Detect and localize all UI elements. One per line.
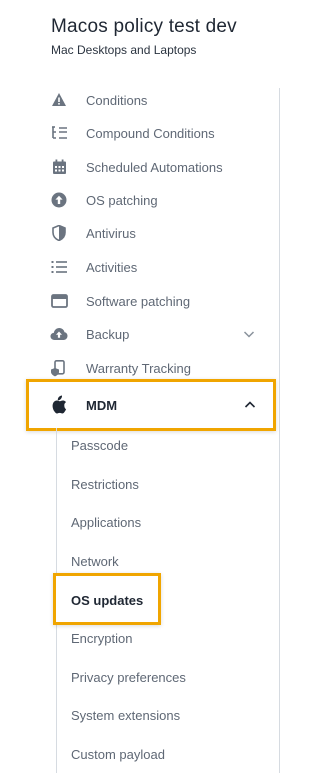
nav-item-label: Compound Conditions xyxy=(86,125,215,141)
mdm-subitem-system-extensions[interactable]: System extensions xyxy=(71,708,180,723)
window-icon xyxy=(48,290,70,312)
shield-icon xyxy=(48,222,70,244)
warning-icon xyxy=(48,89,70,111)
mdm-subitem-restrictions[interactable]: Restrictions xyxy=(71,477,139,492)
device-shield-icon xyxy=(48,357,70,379)
nav-item-compound-conditions[interactable]: Compound Conditions xyxy=(48,119,268,147)
nav-item-label: OS patching xyxy=(86,192,158,208)
nav-item-label: Software patching xyxy=(86,293,191,309)
mdm-subitem-custom-payload[interactable]: Custom payload xyxy=(71,747,165,762)
cloud-upload-icon xyxy=(48,323,70,345)
nav-item-label: Conditions xyxy=(86,92,148,108)
apple-icon xyxy=(51,395,73,417)
nav-item-antivirus[interactable]: Antivirus xyxy=(48,219,268,247)
nav-item-conditions[interactable]: Conditions xyxy=(48,86,268,114)
mdm-subitem-applications[interactable]: Applications xyxy=(71,515,141,530)
compound-list-icon xyxy=(48,122,70,144)
chevron-down-icon[interactable] xyxy=(242,327,256,341)
policy-title: Macos policy test dev xyxy=(51,16,237,37)
nav-item-os-patching[interactable]: OS patching xyxy=(48,186,268,214)
nav-item-label: Warranty Tracking xyxy=(86,360,191,376)
nav-item-label: Antivirus xyxy=(86,225,136,241)
calendar-icon xyxy=(48,156,70,178)
nav-item-mdm[interactable]: MDM xyxy=(26,379,276,431)
nav-item-label: Scheduled Automations xyxy=(86,159,223,175)
mdm-subitem-network[interactable]: Network xyxy=(71,554,119,569)
nav-item-label: Backup xyxy=(86,326,130,342)
nav-item-backup[interactable]: Backup xyxy=(48,320,268,348)
mdm-subitem-privacy-preferences[interactable]: Privacy preferences xyxy=(71,670,186,685)
arrow-up-circle-icon xyxy=(48,189,70,211)
nav-item-warranty-tracking[interactable]: Warranty Tracking xyxy=(48,354,268,382)
sidebar-divider xyxy=(279,88,280,773)
nav-item-label: Activities xyxy=(86,259,138,275)
nav-item-software-patching[interactable]: Software patching xyxy=(48,287,268,315)
mdm-subitem-os-updates[interactable]: OS updates xyxy=(71,593,143,608)
nav-item-label: MDM xyxy=(86,398,118,413)
chevron-up-icon[interactable] xyxy=(243,398,257,412)
nav-item-activities[interactable]: Activities xyxy=(48,253,268,281)
mdm-subitem-passcode[interactable]: Passcode xyxy=(71,438,128,453)
mdm-subitem-encryption[interactable]: Encryption xyxy=(71,631,132,646)
policy-subtitle: Mac Desktops and Laptops xyxy=(51,43,197,57)
nav-item-scheduled-automations[interactable]: Scheduled Automations xyxy=(48,153,268,181)
list-icon xyxy=(48,256,70,278)
